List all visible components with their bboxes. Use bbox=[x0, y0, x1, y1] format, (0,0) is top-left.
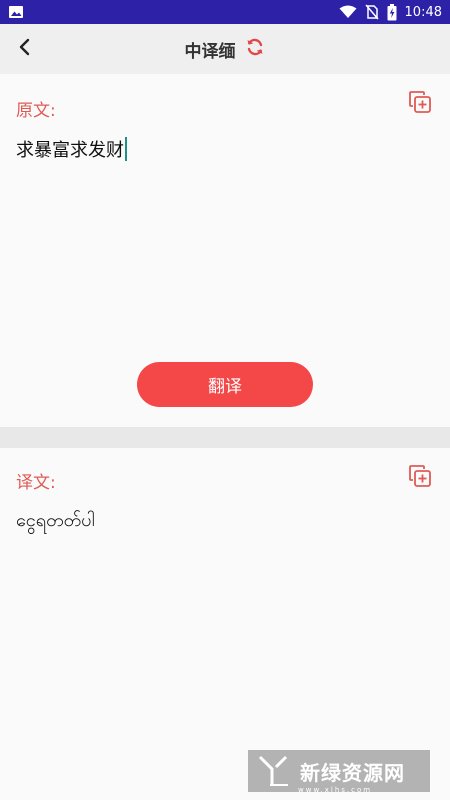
watermark-text: 新绿资源网 bbox=[300, 760, 405, 785]
status-time: 10:48 bbox=[404, 4, 442, 20]
image-notification-icon bbox=[8, 5, 24, 19]
target-text: ငွေရတတ်ပါ bbox=[16, 510, 95, 531]
source-panel: 原文: 求暴富求发财 翻译 bbox=[0, 74, 450, 427]
source-text: 求暴富求发财 bbox=[16, 140, 124, 161]
copy-add-icon bbox=[409, 91, 431, 117]
source-label: 原文: bbox=[16, 101, 56, 121]
copy-add-icon bbox=[409, 465, 431, 491]
no-sim-icon bbox=[364, 4, 379, 20]
battery-charging-icon bbox=[387, 3, 397, 21]
translate-button[interactable]: 翻译 bbox=[137, 362, 313, 407]
target-copy-button[interactable] bbox=[408, 465, 432, 491]
watermark-url: www.xlhs.com bbox=[298, 786, 373, 794]
refresh-icon bbox=[245, 37, 265, 61]
target-panel: 译文: ငွေရတတ်ပါ bbox=[0, 448, 450, 800]
swap-language-button[interactable] bbox=[244, 38, 266, 60]
section-divider bbox=[0, 427, 450, 448]
source-copy-button[interactable] bbox=[408, 91, 432, 117]
page-title: 中译缅 bbox=[184, 41, 236, 62]
text-caret bbox=[125, 137, 127, 161]
app-bar: 中译缅 bbox=[0, 24, 450, 74]
wifi-icon bbox=[339, 5, 357, 19]
status-bar: 10:48 bbox=[0, 0, 450, 24]
watermark-logo-icon bbox=[256, 753, 292, 789]
chevron-left-icon bbox=[18, 38, 32, 60]
source-input[interactable]: 求暴富求发财 bbox=[16, 136, 127, 162]
target-label: 译文: bbox=[16, 473, 56, 493]
back-button[interactable] bbox=[8, 32, 42, 66]
